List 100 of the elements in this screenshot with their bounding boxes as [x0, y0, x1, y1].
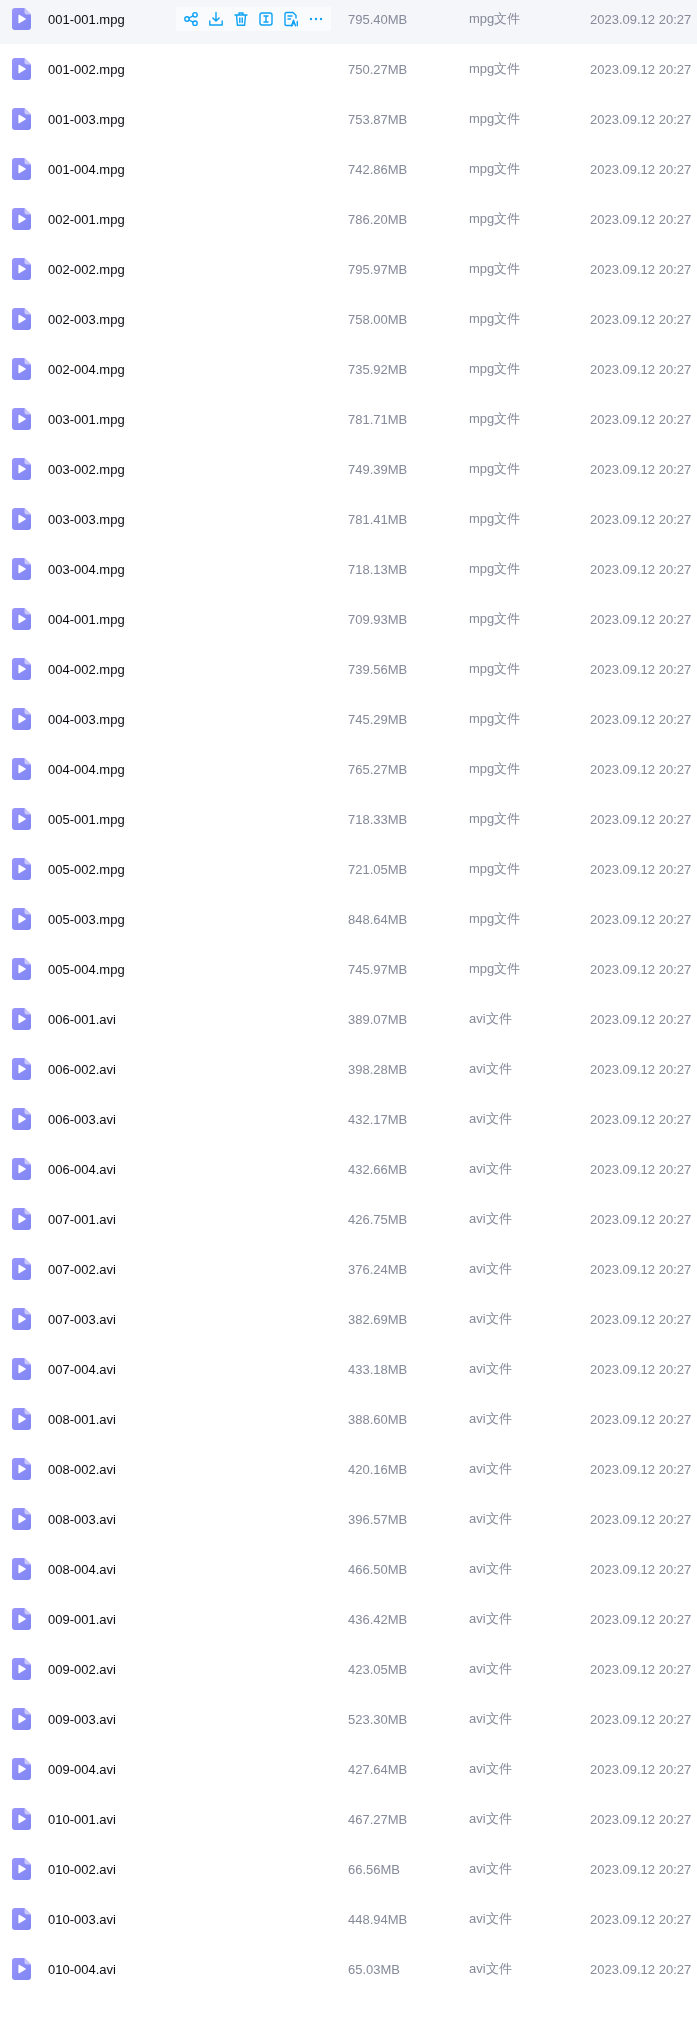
file-row[interactable]: 006-001.avi 389.07MB avi文件 2023.09.12 20:27 — [0, 994, 697, 1044]
file-size: 742.86MB — [348, 161, 408, 177]
file-row[interactable]: 010-001.avi 467.27MB avi文件 2023.09.12 20:27 — [0, 1794, 697, 1844]
file-row[interactable]: 009-004.avi 427.64MB avi文件 2023.09.12 20:27 — [0, 1744, 697, 1794]
file-size: 750.27MB — [348, 61, 408, 77]
file-size: 721.05MB — [348, 861, 408, 877]
file-row[interactable]: 007-004.avi 433.18MB avi文件 2023.09.12 20:27 — [0, 1344, 697, 1394]
file-size: 781.41MB — [348, 511, 408, 527]
file-type: avi文件 — [469, 1060, 512, 1078]
file-row[interactable]: 004-003.mpg 745.29MB mpg文件 2023.09.12 20:27 — [0, 694, 697, 744]
file-type: avi文件 — [469, 1110, 512, 1128]
file-row[interactable]: 005-001.mpg 718.33MB mpg文件 2023.09.12 20:27 — [0, 794, 697, 844]
video-file-icon — [12, 558, 31, 580]
file-row[interactable]: 010-003.avi 448.94MB avi文件 2023.09.12 20:27 — [0, 1894, 697, 1944]
modified-time: 2023.09.12 20:27 — [590, 1811, 692, 1827]
file-name: 009-002.avi — [48, 1661, 116, 1677]
file-size: 709.93MB — [348, 611, 408, 627]
file-row[interactable]: 003-002.mpg 749.39MB mpg文件 2023.09.12 20:27 — [0, 444, 697, 494]
file-row[interactable]: 007-003.avi 382.69MB avi文件 2023.09.12 20:27 — [0, 1294, 697, 1344]
file-name: 009-003.avi — [48, 1711, 116, 1727]
download-button[interactable] — [206, 9, 226, 29]
file-name: 006-004.avi — [48, 1161, 116, 1177]
file-size: 433.18MB — [348, 1361, 408, 1377]
file-row[interactable]: 006-002.avi 398.28MB avi文件 2023.09.12 20:27 — [0, 1044, 697, 1094]
modified-time: 2023.09.12 20:27 — [590, 1311, 692, 1327]
file-type: mpg文件 — [469, 510, 521, 528]
file-row[interactable]: 005-003.mpg 848.64MB mpg文件 2023.09.12 20:27 — [0, 894, 697, 944]
file-name: 003-003.mpg — [48, 511, 125, 527]
file-row[interactable]: 003-003.mpg 781.41MB mpg文件 2023.09.12 20:27 — [0, 494, 697, 544]
delete-button[interactable] — [231, 9, 251, 29]
file-row[interactable]: 002-002.mpg 795.97MB mpg文件 2023.09.12 20:27 — [0, 244, 697, 294]
video-file-icon — [12, 1758, 31, 1780]
file-type: avi文件 — [469, 1710, 512, 1728]
file-type: mpg文件 — [469, 810, 521, 828]
file-row[interactable]: 007-002.avi 376.24MB avi文件 2023.09.12 20:27 — [0, 1244, 697, 1294]
file-row[interactable]: 009-002.avi 423.05MB avi文件 2023.09.12 20:27 — [0, 1644, 697, 1694]
file-row[interactable]: 005-002.mpg 721.05MB mpg文件 2023.09.12 20:27 — [0, 844, 697, 894]
file-row[interactable]: 002-003.mpg 758.00MB mpg文件 2023.09.12 20:27 — [0, 294, 697, 344]
video-file-icon — [12, 8, 31, 30]
file-type: mpg文件 — [469, 410, 521, 428]
file-size: 396.57MB — [348, 1511, 408, 1527]
modified-time: 2023.09.12 20:27 — [590, 311, 692, 327]
modified-time: 2023.09.12 20:27 — [590, 1361, 692, 1377]
video-file-icon — [12, 1708, 31, 1730]
file-type: mpg文件 — [469, 160, 521, 178]
file-row[interactable]: 006-004.avi 432.66MB avi文件 2023.09.12 20:27 — [0, 1144, 697, 1194]
video-file-icon — [12, 758, 31, 780]
file-row[interactable]: 008-003.avi 396.57MB avi文件 2023.09.12 20:27 — [0, 1494, 697, 1544]
file-row[interactable]: 008-001.avi 388.60MB avi文件 2023.09.12 20:27 — [0, 1394, 697, 1444]
file-size: 467.27MB — [348, 1811, 408, 1827]
document-icon — [283, 11, 299, 27]
share-button[interactable] — [181, 9, 201, 29]
file-size: 718.13MB — [348, 561, 408, 577]
file-row[interactable]: 006-003.avi 432.17MB avi文件 2023.09.12 20:27 — [0, 1094, 697, 1144]
file-row[interactable]: 009-001.avi 436.42MB avi文件 2023.09.12 20:27 — [0, 1594, 697, 1644]
file-row[interactable]: 009-003.avi 523.30MB avi文件 2023.09.12 20:27 — [0, 1694, 697, 1744]
file-type: mpg文件 — [469, 310, 521, 328]
file-row[interactable]: 002-004.mpg 735.92MB mpg文件 2023.09.12 20:27 — [0, 344, 697, 394]
video-file-icon — [12, 1958, 31, 1980]
file-name: 010-001.avi — [48, 1811, 116, 1827]
file-type: mpg文件 — [469, 210, 521, 228]
file-type: mpg文件 — [469, 260, 521, 278]
file-row[interactable]: 008-002.avi 420.16MB avi文件 2023.09.12 20:27 — [0, 1444, 697, 1494]
modified-time: 2023.09.12 20:27 — [590, 861, 692, 877]
file-type: avi文件 — [469, 1310, 512, 1328]
video-file-icon — [12, 1208, 31, 1230]
video-file-icon — [12, 1558, 31, 1580]
rename-button[interactable] — [256, 9, 276, 29]
modified-time: 2023.09.12 20:27 — [590, 111, 692, 127]
file-row[interactable]: 004-001.mpg 709.93MB mpg文件 2023.09.12 20:27 — [0, 594, 697, 644]
modified-time: 2023.09.12 20:27 — [590, 911, 692, 927]
file-row[interactable]: 001-004.mpg 742.86MB mpg文件 2023.09.12 20:27 — [0, 144, 697, 194]
file-row[interactable]: 010-002.avi 66.56MB avi文件 2023.09.12 20:27 — [0, 1844, 697, 1894]
file-row[interactable]: 001-002.mpg 750.27MB mpg文件 2023.09.12 20:27 — [0, 44, 697, 94]
video-file-icon — [12, 608, 31, 630]
modified-time: 2023.09.12 20:27 — [590, 811, 692, 827]
file-type: mpg文件 — [469, 860, 521, 878]
file-row[interactable]: 004-002.mpg 739.56MB mpg文件 2023.09.12 20:27 — [0, 644, 697, 694]
file-name: 003-001.mpg — [48, 411, 125, 427]
modified-time: 2023.09.12 20:27 — [590, 1511, 692, 1527]
modified-time: 2023.09.12 20:27 — [590, 961, 692, 977]
file-size: 376.24MB — [348, 1261, 408, 1277]
file-row[interactable]: 005-004.mpg 745.97MB mpg文件 2023.09.12 20:27 — [0, 944, 697, 994]
document-button[interactable] — [281, 9, 301, 29]
modified-time: 2023.09.12 20:27 — [590, 411, 692, 427]
file-row[interactable]: 007-001.avi 426.75MB avi文件 2023.09.12 20:27 — [0, 1194, 697, 1244]
file-row[interactable]: 001-003.mpg 753.87MB mpg文件 2023.09.12 20:27 — [0, 94, 697, 144]
file-row[interactable]: 008-004.avi 466.50MB avi文件 2023.09.12 20:27 — [0, 1544, 697, 1594]
file-row[interactable]: 003-004.mpg 718.13MB mpg文件 2023.09.12 20:27 — [0, 544, 697, 594]
video-file-icon — [12, 1358, 31, 1380]
video-file-icon — [12, 258, 31, 280]
file-row[interactable]: 004-004.mpg 765.27MB mpg文件 2023.09.12 20:27 — [0, 744, 697, 794]
file-type: avi文件 — [469, 1210, 512, 1228]
video-file-icon — [12, 1108, 31, 1130]
file-name: 007-004.avi — [48, 1361, 116, 1377]
file-row[interactable]: 002-001.mpg 786.20MB mpg文件 2023.09.12 20:27 — [0, 194, 697, 244]
file-row[interactable]: 001-001.mpg 795.40MB mpg文件 2023.09.12 20:27 — [0, 0, 697, 44]
file-name: 005-001.mpg — [48, 811, 125, 827]
file-row[interactable]: 010-004.avi 65.03MB avi文件 2023.09.12 20:27 — [0, 1944, 697, 1994]
file-row[interactable]: 003-001.mpg 781.71MB mpg文件 2023.09.12 20:27 — [0, 394, 697, 444]
